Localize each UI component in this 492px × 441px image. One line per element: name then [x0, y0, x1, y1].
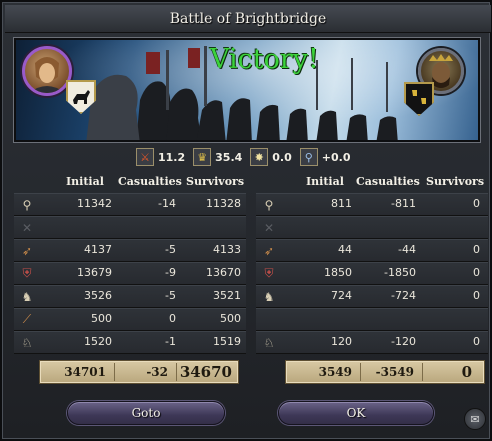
levy-icon: ⚲: [22, 197, 32, 212]
archer-icon: ➶: [21, 243, 33, 258]
envelope-icon[interactable]: ✉: [464, 408, 486, 430]
battle-stats-bar: ⚔ 11.2 ♛ 35.4 ✸ 0.0 ⚲ +0.0: [136, 146, 368, 168]
table-row: ♘ 120 -120 0: [256, 331, 488, 354]
battle-result-window: Battle of Brightbridge Victory! ⚔ 11.2 ♛…: [0, 0, 492, 441]
stat-scepter[interactable]: ⚲ +0.0: [299, 148, 350, 166]
table-row: ♞ 3526 -5 3521: [14, 285, 246, 308]
crown-icon: ♛: [193, 148, 212, 166]
stat-crown[interactable]: ♛ 35.4: [193, 148, 242, 166]
window-title: Battle of Brightbridge: [169, 10, 327, 27]
attacker-panel: Initial Casualties Survivors ⚲ 11342 -14…: [14, 172, 246, 358]
table-row: ⛨ 1850 -1850 0: [256, 262, 488, 285]
stat-piety[interactable]: ✸ 0.0: [250, 148, 292, 166]
table-row: ➶ 4137 -5 4133: [14, 239, 246, 262]
header-survivors: Survivors: [426, 174, 485, 188]
archer-icon: ➶: [263, 243, 275, 258]
table-row: ✕: [256, 216, 488, 239]
crossed-pikes-icon: ✕: [21, 220, 33, 235]
header-casualties: Casualties: [118, 174, 182, 188]
total-initial: 34701: [64, 365, 106, 379]
heavy-infantry-icon: ⛨: [22, 266, 32, 280]
attacker-totals: 34701 -32 34670: [39, 360, 239, 384]
table-row: ✕: [14, 216, 246, 239]
battle-banner: Victory!: [14, 38, 480, 142]
table-row: ⚲ 811 -811 0: [256, 193, 488, 216]
stat-prestige[interactable]: ⚔ 11.2: [136, 148, 185, 166]
victory-label: Victory!: [210, 44, 319, 75]
light-cavalry-icon: ♞: [263, 289, 275, 304]
total-survivors: 34670: [179, 363, 232, 381]
ok-button[interactable]: OK: [278, 401, 434, 425]
total-survivors: 0: [461, 363, 472, 381]
total-initial: 3549: [318, 365, 352, 379]
knight-icon: ♘: [21, 335, 33, 350]
total-casualties: -3549: [375, 365, 414, 379]
levy-icon: ⚲: [264, 197, 274, 212]
total-casualties: -32: [146, 365, 168, 379]
crossed-swords-icon: ⚔: [136, 148, 154, 166]
defender-panel: Initial Casualties Survivors ⚲ 811 -811 …: [256, 172, 488, 358]
header-casualties: Casualties: [356, 174, 420, 188]
defender-unit-rows: ⚲ 811 -811 0 ✕ ➶ 44 -44 0 ⛨ 1850 -1850 0…: [256, 193, 488, 354]
header-initial: Initial: [306, 174, 344, 188]
header-survivors: Survivors: [186, 174, 245, 188]
table-row: ♘ 1520 -1 1519: [14, 331, 246, 354]
attacker-unit-rows: ⚲ 11342 -14 11328 ✕ ➶ 4137 -5 4133 ⛨ 136…: [14, 193, 246, 354]
table-row: [256, 308, 488, 331]
table-row: ♞ 724 -724 0: [256, 285, 488, 308]
crossed-pikes-icon: ✕: [263, 220, 275, 235]
star-burst-icon: ✸: [250, 148, 269, 166]
table-row: ⟋ 500 0 500: [14, 308, 246, 331]
attacker-commander-portrait[interactable]: [22, 46, 72, 96]
heavy-infantry-icon: ⛨: [264, 266, 274, 280]
light-cavalry-icon: ♞: [21, 289, 33, 304]
title-bar: Battle of Brightbridge: [5, 5, 491, 33]
knight-icon: ♘: [263, 335, 275, 350]
spear-icon: [260, 311, 278, 328]
table-row: ⚲ 11342 -14 11328: [14, 193, 246, 216]
spear-icon: ⟋: [22, 312, 32, 326]
scepter-icon: ⚲: [299, 148, 318, 166]
defender-totals: 3549 -3549 0: [285, 360, 485, 384]
goto-button[interactable]: Goto: [67, 401, 225, 425]
table-row: ➶ 44 -44 0: [256, 239, 488, 262]
table-row: ⛨ 13679 -9 13670: [14, 262, 246, 285]
header-initial: Initial: [66, 174, 104, 188]
